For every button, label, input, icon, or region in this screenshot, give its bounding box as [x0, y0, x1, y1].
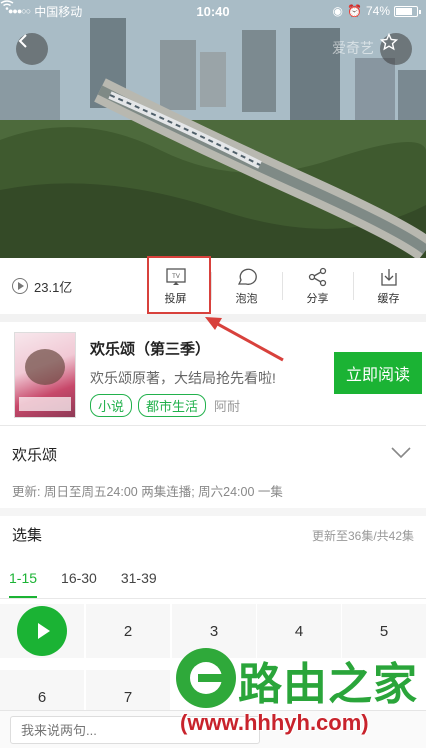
status-bar: ●●●○○ 中国移动 10:40 ◉ ⏰ 74% — [0, 0, 426, 22]
episode-4-button[interactable]: 4 — [257, 604, 341, 658]
action-bar: 23.1亿 TV 投屏 泡泡 分享 缓存 — [0, 258, 426, 314]
back-button[interactable] — [16, 33, 48, 65]
battery-icon — [394, 5, 421, 17]
section-divider — [0, 508, 426, 516]
novel-promo[interactable]: 欢乐颂（第三季） 欢乐颂原著，大结局抢先看啦! 小说 都市生活 阿耐 立即阅读 — [0, 322, 426, 422]
promo-title: 欢乐颂（第三季） — [90, 341, 211, 358]
tab-range-1-15[interactable]: 1-15 — [0, 560, 46, 598]
episode-5-button[interactable]: 5 — [342, 604, 426, 658]
cast-highlight-box — [147, 256, 211, 314]
tag-novel[interactable]: 小说 — [90, 394, 133, 417]
star-icon — [380, 33, 398, 51]
page: ●●●○○ 中国移动 10:40 ◉ ⏰ 74% 爱奇艺 23.1亿 TV 投屏… — [0, 0, 426, 748]
bubble-icon — [237, 268, 257, 285]
video-watermark: 爱奇艺 — [332, 40, 374, 56]
divider — [0, 598, 426, 599]
episode-2-button[interactable]: 2 — [86, 604, 170, 658]
play-count: 23.1亿 — [0, 277, 140, 296]
comment-bar — [0, 710, 426, 748]
chevron-down-icon[interactable] — [390, 446, 412, 460]
book-cover-image — [14, 332, 76, 418]
update-schedule: 更新: 周日至周五24:00 两集连播; 周六24:00 一集 — [12, 485, 283, 499]
promo-tags: 小说 都市生活 阿耐 — [90, 394, 240, 417]
tab-range-16-30[interactable]: 16-30 — [52, 560, 106, 598]
tag-urban-life[interactable]: 都市生活 — [138, 394, 207, 417]
read-now-button[interactable]: 立即阅读 — [334, 352, 422, 394]
divider — [0, 425, 426, 426]
play-icon — [17, 606, 67, 656]
status-time: 10:40 — [196, 3, 230, 19]
play-count-icon — [12, 278, 28, 294]
play-count-value: 23.1亿 — [34, 279, 73, 295]
episodes-title: 选集 — [12, 527, 43, 544]
share-icon — [308, 267, 326, 286]
episodes-status: 更新至36集/共42集 — [311, 529, 414, 543]
download-label: 缓存 — [377, 292, 400, 305]
video-player[interactable]: ●●●○○ 中国移动 10:40 ◉ ⏰ 74% 爱奇艺 — [0, 0, 426, 258]
comment-input[interactable] — [10, 716, 260, 744]
episode-3-button[interactable]: 3 — [172, 604, 256, 658]
section-divider — [0, 314, 426, 322]
episode-range-tabs: 1-15 16-30 31-39 — [0, 560, 426, 598]
bubble-button[interactable]: 泡泡 — [211, 258, 282, 314]
favorite-button[interactable] — [380, 33, 412, 65]
promo-description: 欢乐颂原著，大结局抢先看啦! — [90, 370, 276, 386]
share-label: 分享 — [306, 292, 329, 305]
download-icon — [380, 268, 397, 286]
download-button[interactable]: 缓存 — [353, 258, 424, 314]
episode-1-button[interactable] — [0, 604, 84, 658]
show-title: 欢乐颂 — [12, 447, 58, 464]
tab-range-31-39[interactable]: 31-39 — [112, 560, 166, 598]
promo-author: 阿耐 — [214, 399, 241, 414]
share-button[interactable]: 分享 — [282, 258, 353, 314]
bubble-label: 泡泡 — [235, 292, 258, 305]
chevron-left-icon — [18, 34, 27, 48]
